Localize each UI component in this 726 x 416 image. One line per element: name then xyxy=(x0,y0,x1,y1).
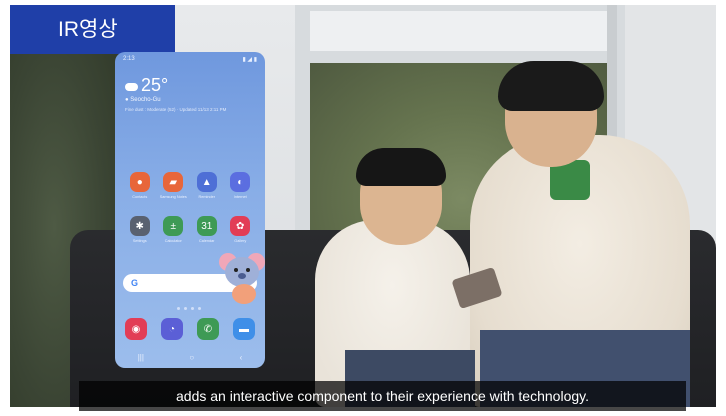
page-dot xyxy=(198,307,201,310)
globe-icon: ◐ xyxy=(230,172,251,192)
koala-mascot-sticker xyxy=(219,253,265,304)
phone-icon[interactable]: ✆ xyxy=(197,318,219,340)
note-icon: ▰ xyxy=(163,172,184,192)
phone-screen-overlay: 2:13 ▮ ◢ ▮ 25° ● Seocho-Gu Fine dust : M… xyxy=(115,52,265,368)
status-time: 2:13 xyxy=(123,56,135,62)
page-dot xyxy=(191,307,194,310)
navigation-bar: ||| ○ ‹ xyxy=(115,353,265,362)
weather-location: ● Seocho-Gu xyxy=(125,97,161,103)
google-icon: G xyxy=(131,278,139,288)
cloud-icon xyxy=(125,82,138,91)
window-upper-pane xyxy=(310,11,615,51)
app-samsung-notes[interactable]: ▰ Samsung Notes xyxy=(157,172,191,199)
app-label: Samsung Notes xyxy=(159,195,187,199)
app-contacts[interactable]: ● Contacts xyxy=(123,172,157,199)
ir-video-tag: IR영상 xyxy=(10,5,175,54)
calculator-icon: ± xyxy=(163,216,184,236)
app-label: Reminder xyxy=(198,195,215,199)
video-subtitle: adds an interactive component to their e… xyxy=(79,381,686,411)
app-label: Calculator xyxy=(164,239,182,243)
gear-icon: ✱ xyxy=(129,216,150,236)
back-button[interactable]: ‹ xyxy=(240,353,243,362)
location-pin-icon: ● xyxy=(125,97,129,103)
recents-button[interactable]: ||| xyxy=(138,353,144,362)
page-dot xyxy=(184,307,187,310)
child-hair xyxy=(356,148,446,186)
app-label: Calendar xyxy=(199,239,215,243)
weather-widget[interactable]: 25° xyxy=(125,75,168,96)
calendar-icon: 31 xyxy=(196,216,217,236)
app-settings[interactable]: ✱ Settings xyxy=(123,216,157,243)
app-label: Contacts xyxy=(132,195,148,199)
status-bar: 2:13 ▮ ◢ ▮ xyxy=(123,56,257,63)
page-indicator xyxy=(177,307,201,310)
man-hair xyxy=(498,61,604,111)
app-internet[interactable]: ◐ Internet xyxy=(224,172,258,199)
clock-icon[interactable]: ◔ xyxy=(161,318,183,340)
app-dock: ◉ ◔ ✆ ▬ xyxy=(123,318,257,340)
app-label: Gallery xyxy=(234,239,247,243)
home-button[interactable]: ○ xyxy=(189,353,194,362)
page-dot xyxy=(177,307,180,310)
camera-icon[interactable]: ◉ xyxy=(125,318,147,340)
flower-icon: ✿ xyxy=(230,216,251,236)
message-icon[interactable]: ▬ xyxy=(233,318,255,340)
app-calendar[interactable]: 31 Calendar xyxy=(190,216,224,243)
status-icons: ▮ ◢ ▮ xyxy=(242,57,257,63)
video-frame: IR영상 2:13 ▮ ◢ ▮ 25° ● Seocho-Gu Fine dus… xyxy=(0,0,726,416)
weather-temperature: 25° xyxy=(141,75,169,95)
app-label: Internet xyxy=(233,195,247,199)
app-calculator[interactable]: ± Calculator xyxy=(157,216,191,243)
person-icon: ● xyxy=(129,172,150,192)
app-gallery[interactable]: ✿ Gallery xyxy=(224,216,258,243)
app-reminder[interactable]: ▲ Reminder xyxy=(190,172,224,199)
app-label: Settings xyxy=(132,239,147,243)
app-grid: ● Contacts ▰ Samsung Notes ▲ Reminder ◐ Interne… xyxy=(123,172,257,243)
weather-updated: Fine dust : Moderate (52) · Updated 11/1… xyxy=(125,107,227,112)
bell-icon: ▲ xyxy=(196,172,217,192)
